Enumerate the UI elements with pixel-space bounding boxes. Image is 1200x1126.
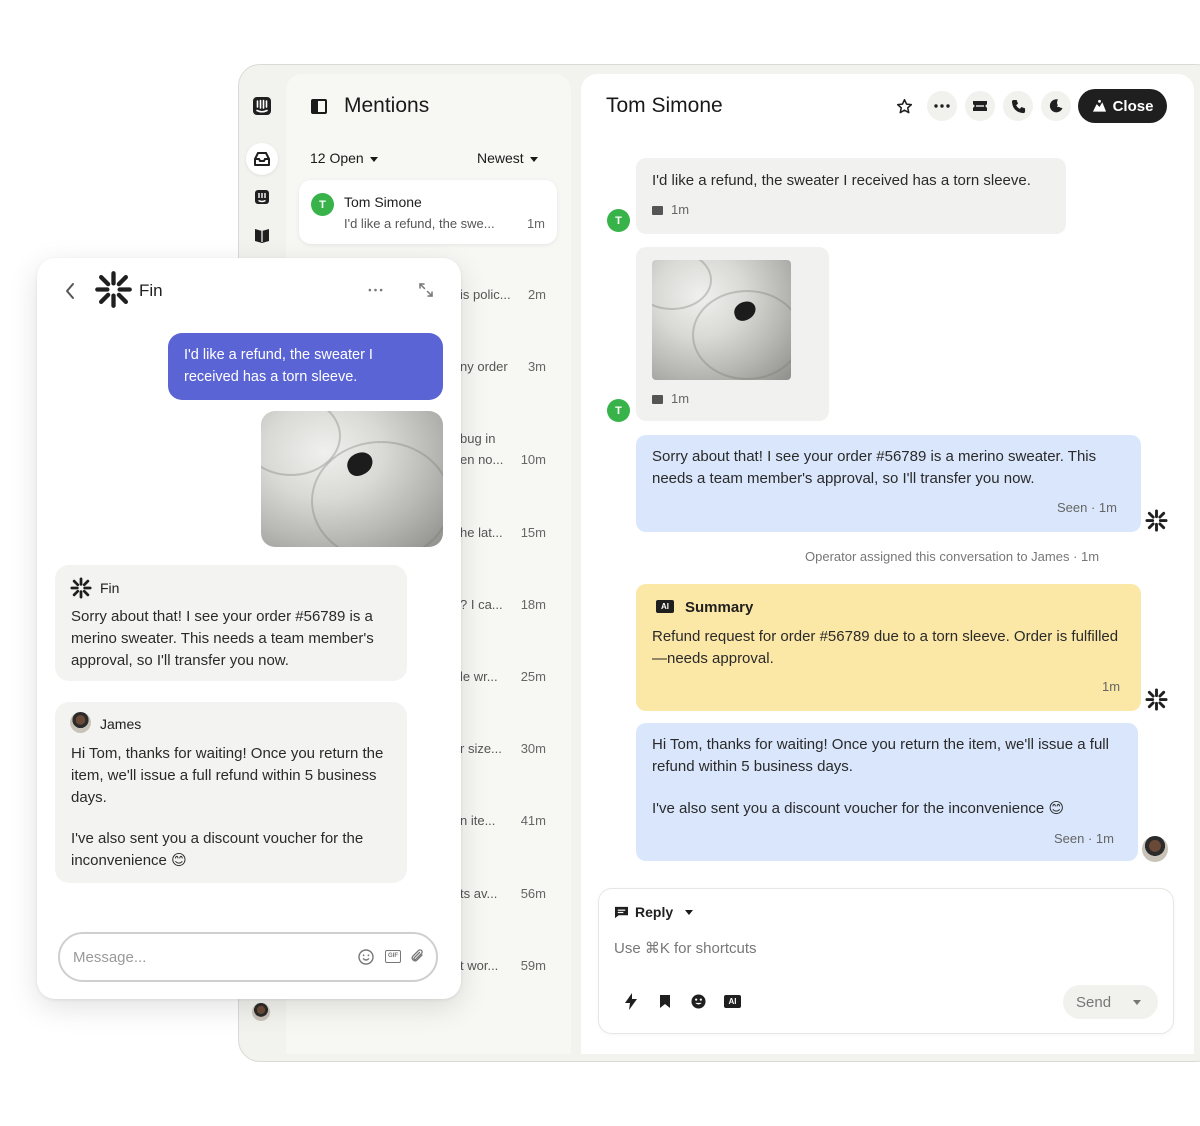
back-icon[interactable] (64, 282, 76, 300)
summary-time: 1m (1102, 679, 1121, 694)
mention-time: 3m (527, 359, 546, 374)
summary-title: Summary (685, 599, 754, 616)
ai-assist-icon[interactable]: AI (724, 995, 741, 1008)
message-text: I've also sent you a discount voucher fo… (652, 800, 1065, 817)
sort-dropdown[interactable]: Newest (477, 150, 538, 166)
sweater-photo[interactable] (261, 411, 443, 547)
attach-icon[interactable] (409, 948, 425, 964)
message-text: Sorry about that! I see your order #5678… (652, 448, 1097, 487)
mention-time: 59m (520, 958, 546, 973)
mention-name: Tom Simone (344, 194, 422, 210)
ai-badge-icon: AI (656, 600, 674, 613)
mention-time: 41m (520, 813, 546, 828)
message-composer: GIF (58, 932, 438, 982)
inbox-icon[interactable] (246, 143, 278, 175)
mention-time: 10m (520, 452, 546, 467)
sweater-photo[interactable] (652, 260, 791, 380)
chevron-down-icon (529, 156, 538, 162)
mention-time: 2m (527, 287, 546, 302)
mention-preview[interactable]: bug in (460, 431, 548, 446)
fin-logo-icon (1145, 688, 1168, 711)
reply-mode-dropdown[interactable]: Reply (614, 904, 694, 920)
message-text: I'd like a refund, the sweater I receive… (652, 172, 1031, 189)
message-meta: 1m (652, 391, 689, 406)
ticket-icon[interactable] (965, 91, 995, 121)
knowledge-icon[interactable] (246, 219, 278, 251)
message-meta: 1m (652, 202, 689, 217)
snooze-icon[interactable]: z (1041, 91, 1071, 121)
agent-avatar[interactable] (252, 1003, 270, 1021)
more-icon[interactable] (927, 91, 957, 121)
user-message: I'd like a refund, the sweater I receive… (168, 333, 443, 400)
assignment-event: Operator assigned this conversation to J… (805, 549, 1100, 564)
message-text: Hi Tom, thanks for waiting! Once you ret… (71, 745, 384, 806)
message-input[interactable] (73, 946, 343, 968)
fin-logo-icon (1145, 509, 1168, 532)
close-icon (1092, 99, 1106, 112)
emoji-icon[interactable] (691, 994, 706, 1009)
chevron-down-icon[interactable] (1133, 999, 1142, 1005)
more-icon[interactable] (368, 288, 383, 292)
star-icon[interactable] (889, 91, 919, 121)
fin-logo-icon (95, 271, 132, 308)
mention-time: 18m (520, 597, 546, 612)
svg-text:z: z (1057, 103, 1060, 109)
chevron-down-icon (685, 909, 694, 915)
mention-time: 56m (520, 886, 546, 901)
mention-item-selected[interactable]: T Tom Simone I'd like a refund, the swe.… (299, 180, 557, 244)
intercom-logo-icon[interactable] (246, 90, 278, 122)
open-filter-dropdown[interactable]: 12 Open (310, 150, 378, 166)
mention-time: 1m (526, 216, 545, 231)
sidebar-toggle-icon[interactable] (311, 99, 327, 114)
emoji-icon[interactable] (358, 949, 374, 965)
composer-placeholder[interactable]: Use ⌘K for shortcuts (614, 939, 757, 957)
seen-status: Seen · 1m (1054, 831, 1114, 846)
expand-icon[interactable] (419, 283, 433, 297)
contacts-icon[interactable] (246, 181, 278, 213)
close-conversation-button[interactable]: Close (1078, 89, 1167, 123)
chevron-down-icon (369, 156, 378, 162)
agent-avatar (70, 712, 91, 733)
sender-name: Fin (100, 580, 120, 596)
chat-icon (652, 395, 663, 405)
gif-icon[interactable]: GIF (385, 950, 401, 963)
message-text: Sorry about that! I see your order #5678… (71, 608, 374, 669)
conversation-title: Tom Simone (606, 94, 723, 117)
customer-avatar: T (311, 193, 334, 216)
agent-avatar (1142, 836, 1168, 862)
customer-avatar: T (607, 209, 630, 232)
message-text: I've also sent you a discount voucher fo… (71, 830, 364, 869)
customer-avatar: T (607, 399, 630, 422)
close-label: Close (1112, 97, 1154, 115)
lightning-icon[interactable] (624, 993, 638, 1010)
mention-time: 15m (520, 525, 546, 540)
bot-name: Fin (139, 281, 163, 300)
reply-icon (615, 906, 628, 918)
sender-name: James (100, 716, 142, 732)
chat-icon (652, 206, 663, 216)
seen-status: Seen · 1m (1057, 500, 1117, 515)
message-text: Hi Tom, thanks for waiting! Once you ret… (652, 736, 1109, 775)
summary-text: Refund request for order #56789 due to a… (652, 628, 1119, 667)
fin-logo-icon (70, 577, 92, 599)
mention-time: 25m (520, 669, 546, 684)
phone-icon[interactable] (1003, 91, 1033, 121)
send-button[interactable]: Send (1063, 985, 1158, 1019)
bookmark-icon[interactable] (659, 994, 671, 1009)
mention-time: 30m (520, 741, 546, 756)
mentions-title: Mentions (344, 94, 430, 117)
mention-preview: I'd like a refund, the swe... (344, 216, 495, 231)
